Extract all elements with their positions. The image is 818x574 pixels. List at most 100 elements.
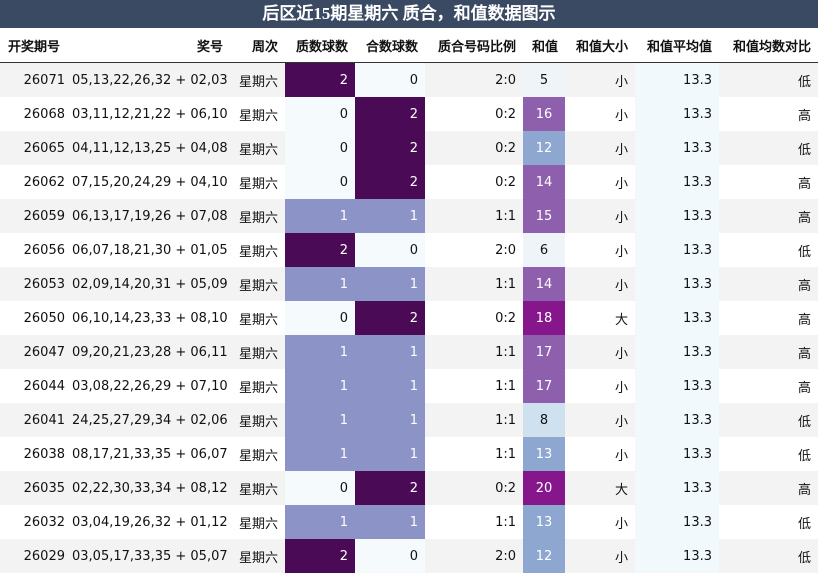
cell-prime-count: 1 (285, 505, 355, 539)
cell-composite-count: 1 (355, 403, 425, 437)
cell-weekday: 星期六 (230, 97, 285, 131)
cell-average-compare: 低 (719, 403, 818, 437)
cell-period: 26071 (0, 62, 72, 97)
cell-numbers: 24,25,27,29,34 + 02,06 (72, 403, 230, 437)
col-header-weekday: 周次 (230, 28, 285, 63)
cell-sum-average: 13.3 (635, 539, 719, 573)
cell-numbers: 02,09,14,20,31 + 05,09 (72, 267, 230, 301)
cell-prime-count: 1 (285, 335, 355, 369)
cell-sum: 14 (523, 267, 565, 301)
cell-period: 26062 (0, 165, 72, 199)
table-row: 26029 03,05,17,33,35 + 05,07 星期六 2 0 2:0 12 小 13… (0, 539, 818, 573)
cell-sum-size: 大 (565, 301, 635, 335)
cell-numbers: 03,11,12,21,22 + 06,10 (72, 97, 230, 131)
cell-weekday: 星期六 (230, 335, 285, 369)
cell-weekday: 星期六 (230, 199, 285, 233)
cell-prime-count: 1 (285, 437, 355, 471)
cell-sum-average: 13.3 (635, 97, 719, 131)
cell-period: 26032 (0, 505, 72, 539)
cell-sum-average: 13.3 (635, 233, 719, 267)
table-row: 26038 08,17,21,33,35 + 06,07 星期六 1 1 1:1 13 小 13… (0, 437, 818, 471)
cell-prime-count: 2 (285, 62, 355, 97)
cell-sum-average: 13.3 (635, 62, 719, 97)
cell-period: 26068 (0, 97, 72, 131)
cell-composite-count: 0 (355, 62, 425, 97)
col-header-composite-count: 合数球数 (355, 28, 425, 63)
cell-weekday: 星期六 (230, 369, 285, 403)
cell-numbers: 07,15,20,24,29 + 04,10 (72, 165, 230, 199)
page-title: 后区近15期星期六 质合，和值数据图示 (0, 0, 818, 28)
col-header-sum-average: 和值平均值 (635, 28, 719, 63)
cell-sum-size: 大 (565, 471, 635, 505)
cell-prime-count: 0 (285, 97, 355, 131)
cell-weekday: 星期六 (230, 505, 285, 539)
cell-weekday: 星期六 (230, 267, 285, 301)
table-row: 26071 05,13,22,26,32 + 02,03 星期六 2 0 2:0 5 小 13.… (0, 62, 818, 97)
cell-sum-average: 13.3 (635, 403, 719, 437)
cell-prime-count: 0 (285, 471, 355, 505)
cell-numbers: 04,11,12,13,25 + 04,08 (72, 131, 230, 165)
cell-period: 26053 (0, 267, 72, 301)
cell-composite-count: 1 (355, 369, 425, 403)
cell-weekday: 星期六 (230, 301, 285, 335)
cell-average-compare: 高 (719, 369, 818, 403)
cell-composite-count: 1 (355, 505, 425, 539)
cell-sum: 14 (523, 165, 565, 199)
cell-sum-average: 13.3 (635, 165, 719, 199)
cell-average-compare: 低 (719, 437, 818, 471)
cell-composite-count: 2 (355, 471, 425, 505)
cell-composite-count: 2 (355, 165, 425, 199)
cell-average-compare: 低 (719, 62, 818, 97)
cell-composite-count: 2 (355, 131, 425, 165)
cell-period: 26044 (0, 369, 72, 403)
table-row: 26065 04,11,12,13,25 + 04,08 星期六 0 2 0:2 12 小 13… (0, 131, 818, 165)
col-header-period: 开奖期号 (0, 28, 72, 63)
cell-ratio: 1:1 (425, 369, 523, 403)
table-row: 26062 07,15,20,24,29 + 04,10 星期六 0 2 0:2 14 小 13… (0, 165, 818, 199)
cell-average-compare: 高 (719, 165, 818, 199)
cell-numbers: 06,13,17,19,26 + 07,08 (72, 199, 230, 233)
cell-weekday: 星期六 (230, 403, 285, 437)
cell-prime-count: 1 (285, 369, 355, 403)
cell-sum: 6 (523, 233, 565, 267)
cell-sum-average: 13.3 (635, 505, 719, 539)
cell-ratio: 0:2 (425, 471, 523, 505)
col-header-prime-count: 质数球数 (285, 28, 355, 63)
cell-period: 26059 (0, 199, 72, 233)
cell-ratio: 1:1 (425, 267, 523, 301)
cell-ratio: 1:1 (425, 199, 523, 233)
cell-numbers: 09,20,21,23,28 + 06,11 (72, 335, 230, 369)
cell-composite-count: 0 (355, 233, 425, 267)
cell-weekday: 星期六 (230, 471, 285, 505)
cell-prime-count: 0 (285, 165, 355, 199)
cell-sum: 8 (523, 403, 565, 437)
cell-composite-count: 1 (355, 437, 425, 471)
table-row: 26050 06,10,14,23,33 + 08,10 星期六 0 2 0:2 18 大 13… (0, 301, 818, 335)
cell-period: 26065 (0, 131, 72, 165)
cell-period: 26041 (0, 403, 72, 437)
col-header-numbers: 奖号 (72, 28, 230, 63)
cell-sum-average: 13.3 (635, 471, 719, 505)
cell-composite-count: 2 (355, 301, 425, 335)
cell-ratio: 2:0 (425, 233, 523, 267)
cell-average-compare: 高 (719, 199, 818, 233)
cell-sum-size: 小 (565, 199, 635, 233)
cell-ratio: 0:2 (425, 97, 523, 131)
cell-numbers: 03,04,19,26,32 + 01,12 (72, 505, 230, 539)
cell-weekday: 星期六 (230, 233, 285, 267)
cell-prime-count: 1 (285, 403, 355, 437)
cell-numbers: 08,17,21,33,35 + 06,07 (72, 437, 230, 471)
cell-prime-count: 2 (285, 233, 355, 267)
cell-period: 26035 (0, 471, 72, 505)
cell-average-compare: 低 (719, 131, 818, 165)
cell-sum: 17 (523, 335, 565, 369)
cell-weekday: 星期六 (230, 165, 285, 199)
cell-sum-size: 小 (565, 403, 635, 437)
cell-sum: 20 (523, 471, 565, 505)
cell-sum-average: 13.3 (635, 369, 719, 403)
cell-sum-size: 小 (565, 505, 635, 539)
cell-numbers: 03,08,22,26,29 + 07,10 (72, 369, 230, 403)
cell-sum-size: 小 (565, 97, 635, 131)
cell-sum: 16 (523, 97, 565, 131)
table-row: 26068 03,11,12,21,22 + 06,10 星期六 0 2 0:2 16 小 13… (0, 97, 818, 131)
